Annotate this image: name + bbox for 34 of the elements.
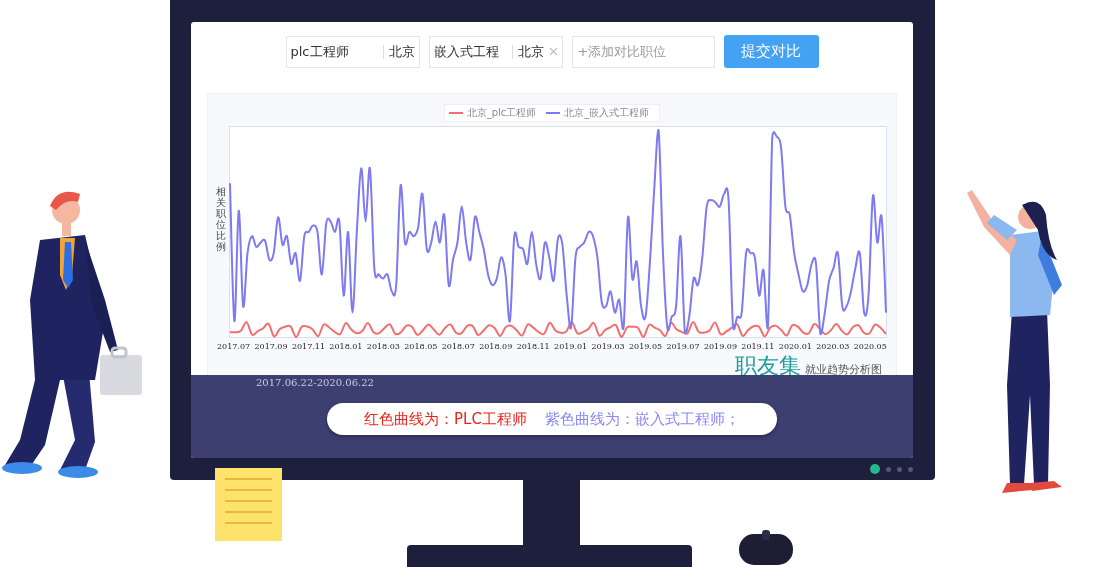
axis-label: 2017.09	[254, 342, 288, 351]
legend-label: 北京_plc工程师	[466, 106, 537, 120]
axis-label: 2018.09	[479, 342, 513, 351]
axis-label: 2020.01	[778, 342, 812, 351]
pager-dot[interactable]	[886, 466, 891, 472]
axis-label: 2020.03	[816, 342, 850, 351]
mouse-drawing	[738, 530, 794, 566]
axis-label: 2019.05	[629, 342, 663, 351]
axis-title: 相关职位比例	[216, 186, 226, 252]
axis-label: 2020.05	[853, 342, 887, 351]
pager-dot[interactable]	[908, 466, 913, 472]
axis-label: 2018.03	[366, 342, 400, 351]
axis-label: 2019.11	[741, 342, 775, 351]
axis-label: 2017.07	[217, 342, 251, 351]
axis-label: 2018.05	[404, 342, 438, 351]
legend-label: 北京_嵌入式工程师	[564, 106, 650, 120]
axis-label: 2017.11	[291, 342, 325, 351]
brand-tagline: 就业趋势分析图	[805, 362, 882, 377]
axis-label: 2018.07	[441, 342, 475, 351]
axis-label: 2019.01	[554, 342, 588, 351]
axis-label: 2018.11	[516, 342, 550, 351]
legend-note: 红色曲线为：PLC工程师 紫色曲线为：嵌入式工程师；	[327, 403, 777, 435]
axis-label: 2018.01	[329, 342, 363, 351]
brand-logo: 职友集	[735, 352, 801, 380]
job-city-field[interactable]: 嵌入式工程 北京	[428, 35, 563, 68]
input-field[interactable]: +添加对比职位	[571, 35, 715, 68]
pager-dot[interactable]	[897, 466, 902, 472]
date-range: 2017.06.22-2020.06.22	[256, 377, 374, 388]
close-icon[interactable]	[548, 47, 558, 56]
job-city-field[interactable]: plc工程师 北京	[285, 35, 420, 68]
pager-dot[interactable]	[870, 464, 880, 474]
axis-label: 2019.03	[591, 342, 625, 351]
axis-label: 2019.07	[666, 342, 700, 351]
axis-label: 2019.09	[703, 342, 737, 351]
